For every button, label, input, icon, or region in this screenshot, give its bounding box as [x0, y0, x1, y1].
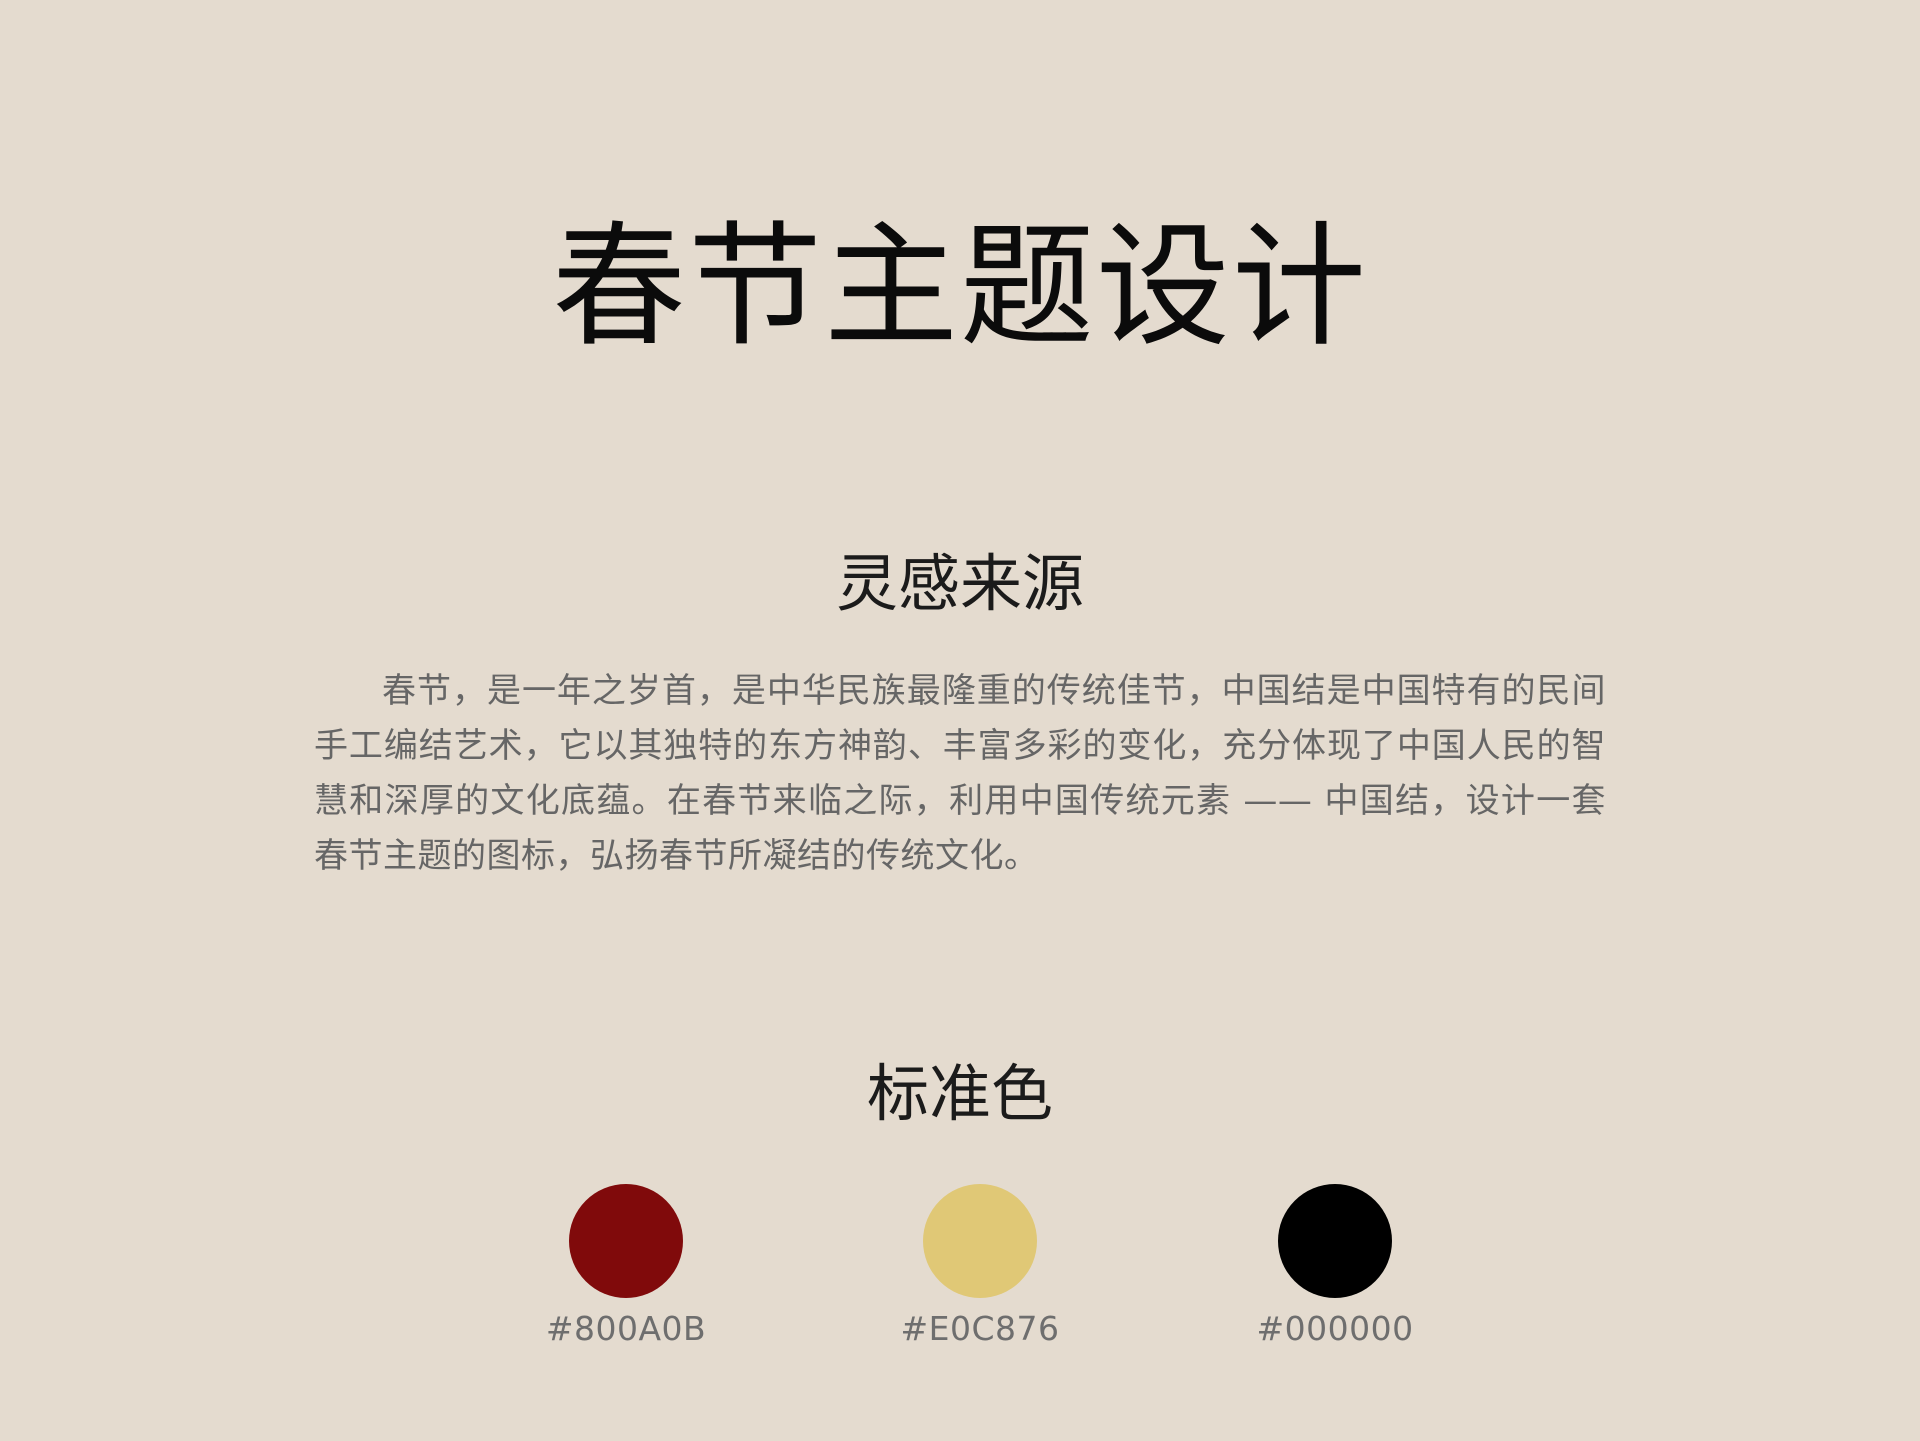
color-swatch-gold: #E0C876 — [880, 1184, 1080, 1349]
color-circle-gold — [923, 1184, 1037, 1298]
color-palette: #800A0B #E0C876 #000000 — [0, 1184, 1920, 1354]
color-hex-black: #000000 — [1256, 1309, 1414, 1348]
color-hex-gold: #E0C876 — [900, 1309, 1060, 1348]
design-page: 春节主题设计 灵感来源 春节，是一年之岁首，是中华民族最隆重的传统佳节，中国结是… — [0, 0, 1920, 1441]
color-swatch-black: #000000 — [1235, 1184, 1435, 1349]
color-circle-red — [569, 1184, 683, 1298]
color-circle-black — [1278, 1184, 1392, 1298]
inspiration-heading: 灵感来源 — [835, 547, 1084, 620]
color-hex-red: #800A0B — [545, 1309, 707, 1348]
page-title: 春节主题设计 — [551, 209, 1368, 365]
inspiration-description: 春节，是一年之岁首，是中华民族最隆重的传统佳节，中国结是中国特有的民间手工编结艺… — [314, 671, 1606, 876]
color-swatch-red: #800A0B — [526, 1184, 726, 1349]
palette-heading: 标准色 — [866, 1057, 1053, 1130]
